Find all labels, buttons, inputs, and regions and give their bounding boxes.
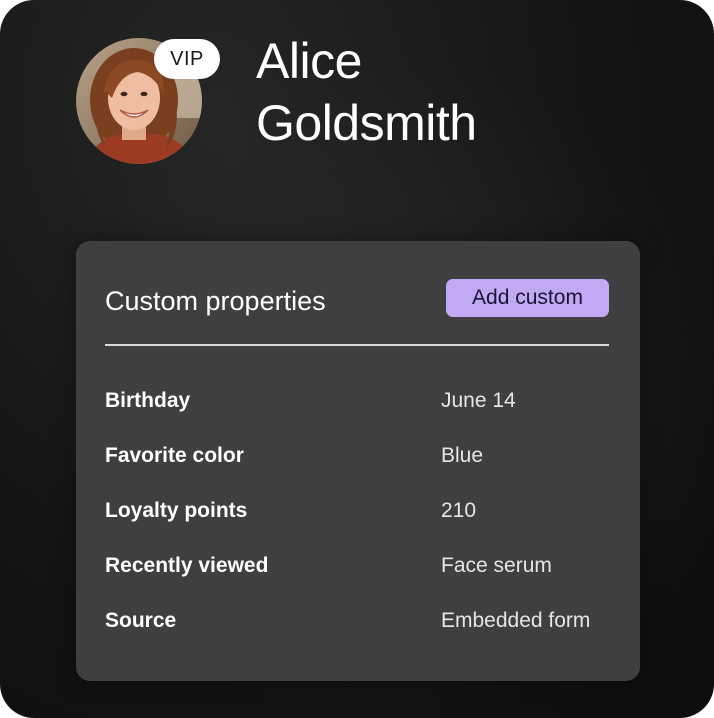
profile-window: VIP Alice Goldsmith Custom properties Ad…	[0, 0, 714, 718]
last-name: Goldsmith	[256, 95, 477, 151]
custom-properties-card: Custom properties Add custom Birthday Ju…	[76, 241, 640, 681]
property-value: Embedded form	[441, 609, 591, 632]
property-row-loyalty-points: Loyalty points 210	[105, 497, 609, 552]
customer-name: Alice Goldsmith	[256, 30, 477, 154]
properties-list: Birthday June 14 Favorite color Blue Loy…	[105, 387, 609, 662]
divider	[105, 344, 609, 346]
property-label: Loyalty points	[105, 499, 248, 522]
property-value: Blue	[441, 444, 484, 467]
property-label: Recently viewed	[105, 554, 269, 577]
property-row-favorite-color: Favorite color Blue	[105, 442, 609, 497]
card-title: Custom properties	[105, 286, 326, 316]
property-row-source: Source Embedded form	[105, 607, 609, 662]
add-custom-button[interactable]: Add custom	[446, 279, 609, 317]
property-label: Favorite color	[105, 444, 244, 467]
property-label: Birthday	[105, 389, 191, 412]
vip-badge: VIP	[154, 39, 220, 79]
property-row-birthday: Birthday June 14	[105, 387, 609, 442]
property-row-recently-viewed: Recently viewed Face serum	[105, 552, 609, 607]
property-label: Source	[105, 609, 177, 632]
property-value: 210	[441, 499, 477, 522]
property-value: Face serum	[441, 554, 552, 577]
first-name: Alice	[256, 33, 362, 89]
property-value: June 14	[441, 389, 516, 412]
